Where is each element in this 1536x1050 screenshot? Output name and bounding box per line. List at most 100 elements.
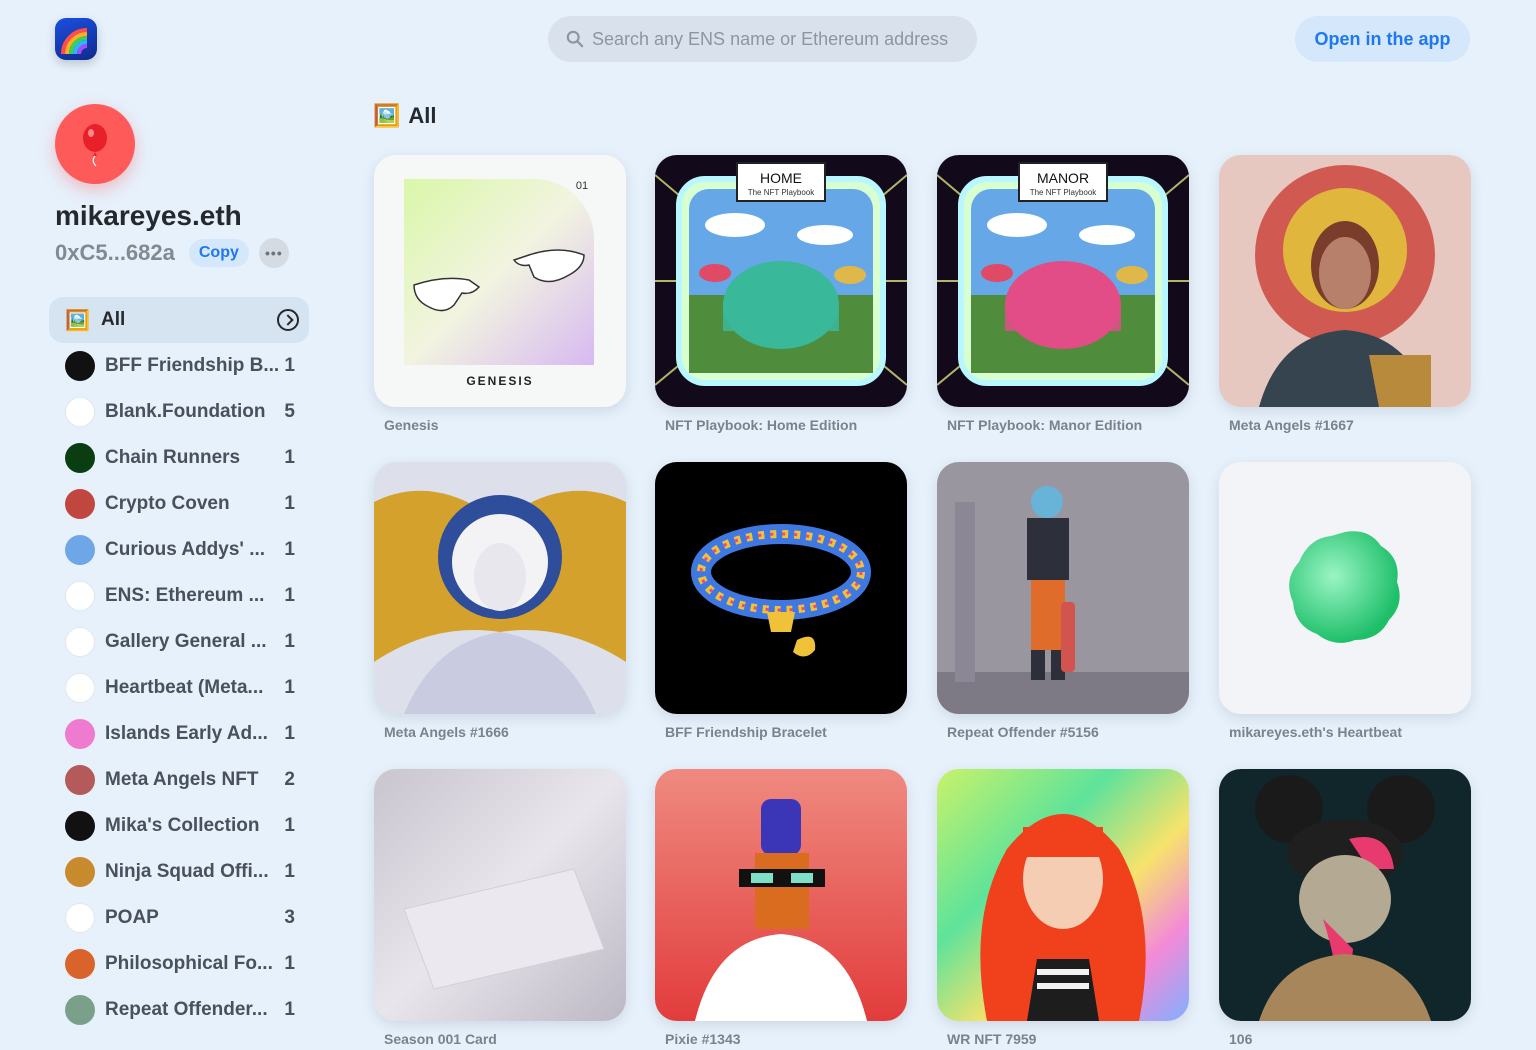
sidebar-item-count: 1 <box>284 815 295 836</box>
copy-button[interactable]: Copy <box>188 239 249 267</box>
bff-icon <box>65 351 95 381</box>
sidebar-item[interactable]: Heartbeat (Meta... 1 <box>49 665 309 711</box>
sidebar-item-count: 1 <box>284 861 295 882</box>
section-title: 🖼️ All <box>373 103 437 129</box>
svg-text:01: 01 <box>576 180 588 192</box>
framed-picture-icon: 🖼️ <box>65 309 90 332</box>
section-title-label: All <box>408 103 437 128</box>
nft-caption: BFF Friendship Bracelet <box>665 724 827 740</box>
nft-thumbnail[interactable] <box>937 462 1189 714</box>
sidebar-item-label: Blank.Foundation <box>105 401 266 422</box>
mikas-collection-icon <box>65 811 95 841</box>
nft-thumbnail[interactable]: HOME The NFT Playbook <box>655 155 907 407</box>
sidebar-item-count: 1 <box>284 631 295 652</box>
nft-card[interactable]: Pixie #1343 <box>655 769 907 1047</box>
nft-caption: Repeat Offender #5156 <box>947 724 1099 740</box>
sidebar-item-count: 1 <box>284 493 295 514</box>
search-placeholder: Search any ENS name or Ethereum address <box>592 28 949 49</box>
sidebar-item[interactable]: Islands Early Ad... 1 <box>49 711 309 757</box>
nft-thumbnail[interactable] <box>655 769 907 1021</box>
sidebar-item-label: Curious Addys' ... <box>105 539 266 560</box>
nft-caption: Season 001 Card <box>384 1031 497 1047</box>
sidebar-item[interactable]: Meta Angels NFT 2 <box>49 757 309 803</box>
meta-angels-icon <box>65 765 95 795</box>
sidebar-item-label: Repeat Offender... <box>105 999 268 1020</box>
nft-thumbnail[interactable] <box>937 769 1189 1021</box>
nft-card[interactable]: Meta Angels #1666 <box>374 462 626 740</box>
svg-text:The NFT Playbook: The NFT Playbook <box>1030 188 1098 197</box>
sidebar-item-label: Chain Runners <box>105 447 241 468</box>
islands-icon <box>65 719 95 749</box>
nft-thumbnail[interactable] <box>374 462 626 714</box>
nft-card[interactable]: BFF Friendship Bracelet <box>655 462 907 740</box>
sidebar-item-label: BFF Friendship B... <box>105 355 280 376</box>
sidebar-item[interactable]: Gallery General ... 1 <box>49 619 309 665</box>
profile-name: mikareyes.eth <box>55 200 242 231</box>
nft-card[interactable]: 106 <box>1219 769 1471 1047</box>
svg-text:MANOR: MANOR <box>1037 170 1089 186</box>
nft-card[interactable]: HOME The NFT Playbook NFT Playbook: Home… <box>655 155 907 433</box>
nft-caption: Meta Angels #1667 <box>1229 417 1354 433</box>
collections-sidebar: 🖼️ All BFF Friendship B... 1 Blank.Foundat… <box>49 297 309 1033</box>
sidebar-item-label: Gallery General ... <box>105 631 267 652</box>
sidebar-item[interactable]: BFF Friendship B... 1 <box>49 343 309 389</box>
blank-icon <box>65 397 95 427</box>
open-in-app-button[interactable]: Open in the app <box>1295 16 1470 62</box>
sidebar-item[interactable]: ENS: Ethereum ... 1 <box>49 573 309 619</box>
sidebar-item-label: Islands Early Ad... <box>105 723 268 744</box>
nft-thumbnail[interactable] <box>1219 462 1471 714</box>
search-input[interactable]: Search any ENS name or Ethereum address <box>548 16 977 62</box>
nft-caption: NFT Playbook: Manor Edition <box>947 417 1143 433</box>
sidebar-item-label: All <box>101 309 126 330</box>
more-options-button[interactable]: ••• <box>258 238 289 268</box>
sidebar-item-label: Ninja Squad Offi... <box>105 861 269 882</box>
svg-text:GENESIS: GENESIS <box>466 374 533 388</box>
sidebar-item[interactable]: Ninja Squad Offi... 1 <box>49 849 309 895</box>
nft-card[interactable]: Repeat Offender #5156 <box>937 462 1189 740</box>
nft-card[interactable]: MANOR The NFT Playbook NFT Playbook: Man… <box>937 155 1189 433</box>
philosophical-icon <box>65 949 95 979</box>
nft-thumbnail[interactable] <box>655 462 907 714</box>
ninja-squad-icon <box>65 857 95 887</box>
nft-card[interactable]: GENESIS 01 Genesis <box>374 155 626 433</box>
sidebar-item[interactable]: Crypto Coven 1 <box>49 481 309 527</box>
nft-card[interactable]: Season 001 Card <box>374 769 626 1047</box>
ens-icon <box>65 581 95 611</box>
sidebar-item[interactable]: Repeat Offender... 1 <box>49 987 309 1033</box>
curious-addys-icon <box>65 535 95 565</box>
chevron-right-circle-icon[interactable] <box>277 309 299 331</box>
sidebar-item-label: ENS: Ethereum ... <box>105 585 265 606</box>
wallet-address: 0xC5...682a <box>55 240 175 265</box>
sidebar-item-count: 1 <box>284 447 295 468</box>
sidebar-item-label: Mika's Collection <box>105 815 260 836</box>
sidebar-item[interactable]: Blank.Foundation 5 <box>49 389 309 435</box>
nft-card[interactable]: mikareyes.eth's Heartbeat <box>1219 462 1471 740</box>
nft-card[interactable]: WR NFT 7959 <box>937 769 1189 1047</box>
heartbeat-icon <box>65 673 95 703</box>
nft-caption: Meta Angels #1666 <box>384 724 509 740</box>
sidebar-item-count: 5 <box>284 401 295 422</box>
sidebar-item-label: Philosophical Fo... <box>105 953 273 974</box>
sidebar-item-count: 1 <box>284 585 295 606</box>
sidebar-item[interactable]: Mika's Collection 1 <box>49 803 309 849</box>
rainbow-app-logo[interactable] <box>55 18 97 60</box>
nft-caption: NFT Playbook: Home Edition <box>665 417 858 433</box>
nft-thumbnail[interactable] <box>374 769 626 1021</box>
nft-thumbnail[interactable] <box>1219 769 1471 1021</box>
sidebar-item-count: 1 <box>284 539 295 560</box>
nft-thumbnail[interactable] <box>1219 155 1471 407</box>
balloon-icon <box>83 124 107 167</box>
sidebar-item-label: POAP <box>105 907 159 928</box>
sidebar-item-all[interactable]: 🖼️ All <box>49 297 309 343</box>
sidebar-item[interactable]: POAP 3 <box>49 895 309 941</box>
sidebar-item[interactable]: Chain Runners 1 <box>49 435 309 481</box>
nft-thumbnail[interactable]: MANOR The NFT Playbook <box>937 155 1189 407</box>
nft-thumbnail[interactable]: GENESIS 01 <box>374 155 626 407</box>
nft-caption: WR NFT 7959 <box>947 1031 1037 1047</box>
sidebar-item[interactable]: Philosophical Fo... 1 <box>49 941 309 987</box>
nft-card[interactable]: Meta Angels #1667 <box>1219 155 1471 433</box>
sidebar-item[interactable]: Curious Addys' ... 1 <box>49 527 309 573</box>
sidebar-item-count: 1 <box>284 999 295 1020</box>
address-row: 0xC5...682a Copy ••• <box>55 238 289 268</box>
sidebar-item-count: 1 <box>284 677 295 698</box>
